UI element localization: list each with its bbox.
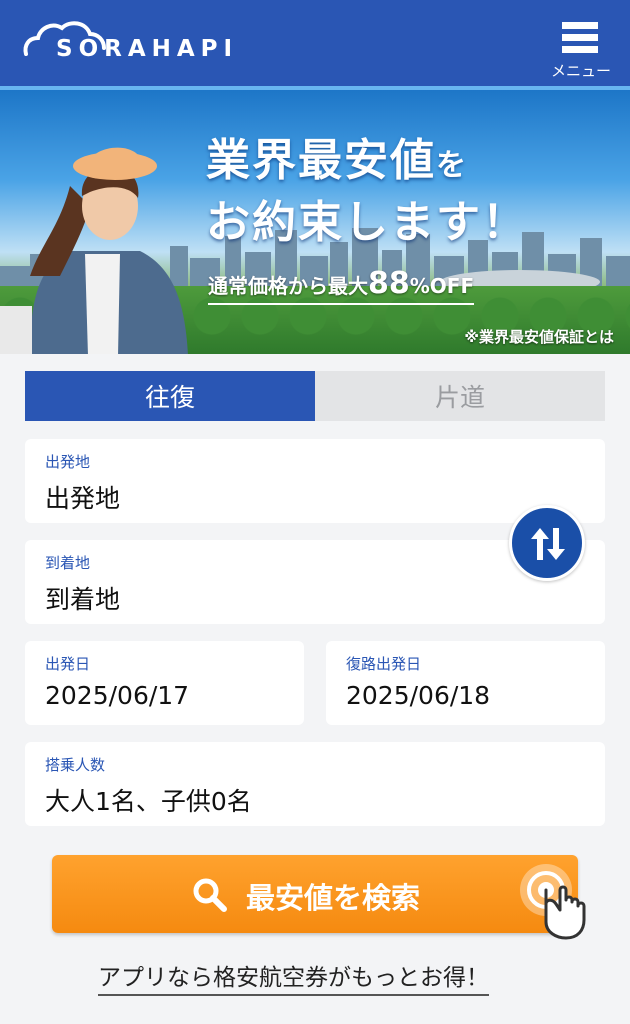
banner-headline-1: 業界最安値を [206,135,468,186]
search-button[interactable]: 最安値を検索 [52,855,578,933]
arrival-label: 到着地 [45,554,91,572]
passengers-value: 大人1名、子供0名 [45,787,252,816]
banner-discount-text: 通常価格から最大88%OFF [208,266,475,305]
depart-date-label: 出発日 [45,655,91,673]
trip-type-tabs: 往復 片道 [25,371,605,421]
swap-button[interactable] [509,505,585,581]
return-date-field[interactable]: 復路出発日 2025/06/18 [326,641,605,725]
passengers-field[interactable]: 搭乗人数 大人1名、子供0名 [25,742,605,826]
logo-text: SORAHAPI [56,36,239,62]
return-date-label: 復路出発日 [346,655,422,673]
departure-value: 出発地 [45,484,121,513]
return-date-value: 2025/06/18 [346,681,491,710]
tab-one-way[interactable]: 片道 [315,371,605,421]
departure-field[interactable]: 出発地 出発地 [25,439,605,523]
tap-hand-icon [520,864,586,940]
arrival-value: 到着地 [45,585,121,614]
departure-label: 出発地 [45,453,91,471]
app-header: SORAHAPI メニュー [0,0,630,86]
depart-date-value: 2025/06/17 [45,681,190,710]
banner-headline-2: お約束します！ [206,197,528,248]
guarantee-link[interactable]: ※業界最安値保証とは [464,326,614,347]
woman-photo [0,147,188,354]
hamburger-icon [562,22,598,56]
menu-label: メニュー [550,62,611,80]
menu-button[interactable]: メニュー [546,20,616,80]
tab-round-trip[interactable]: 往復 [25,371,315,421]
banner-top-band [0,86,630,90]
logo[interactable]: SORAHAPI [22,18,232,64]
passengers-label: 搭乗人数 [45,756,106,774]
depart-date-field[interactable]: 出発日 2025/06/17 [25,641,304,725]
promo-banner[interactable]: 業界最安値を お約束します！ 通常価格から最大88%OFF ※業界最安値保証とは [0,86,630,354]
search-button-label: 最安値を検索 [246,881,421,915]
app-promo-link[interactable]: アプリなら格安航空券がもっとお得！ [98,958,489,996]
search-icon [193,878,227,912]
swap-vertical-icon [531,528,565,560]
